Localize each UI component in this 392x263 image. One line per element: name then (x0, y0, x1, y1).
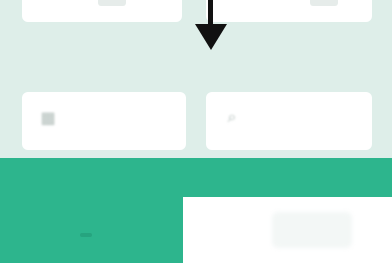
top-field-right-placeholder (310, 0, 338, 6)
date-field[interactable]: ▦ (22, 92, 186, 150)
calendar-icon: ▦ (40, 110, 56, 127)
search-field[interactable]: ⌕ (206, 92, 372, 150)
top-field-left-placeholder (98, 0, 126, 6)
down-arrow-icon (195, 24, 227, 50)
search-icon: ⌕ (227, 109, 237, 126)
top-field-right[interactable] (206, 0, 372, 22)
top-field-left[interactable] (22, 0, 182, 22)
bottom-secondary-button[interactable] (272, 212, 352, 248)
nav-indicator (80, 233, 92, 237)
